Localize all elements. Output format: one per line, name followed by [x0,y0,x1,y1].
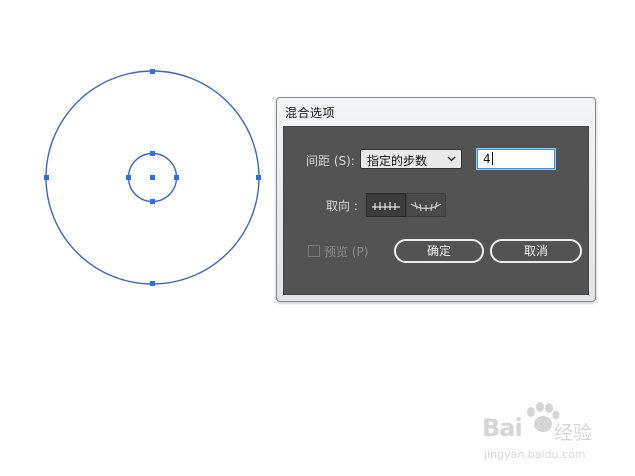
dialog-body: 间距 (S): 指定的步数 4 取向 : 预览 (P) 确定 取消 [283,126,589,295]
chevron-down-icon [447,156,456,162]
anchor-point[interactable] [150,151,155,156]
dialog-title: 混合选项 [285,106,336,120]
anchor-point[interactable] [44,175,49,180]
spacing-select-value: 指定的步数 [367,154,428,168]
blend-options-dialog: 混合选项 间距 (S): 指定的步数 4 取向 : 预览 (P) 确定 取消 [276,97,596,302]
preview-checkbox[interactable] [308,245,320,257]
steps-input-value: 4 [483,152,491,166]
anchor-point[interactable] [150,281,155,286]
steps-input[interactable]: 4 [477,149,555,169]
watermark-url: jingyan.baidu.com [484,448,586,461]
watermark-cn-text: 经验 [554,422,593,444]
watermark: Bai 经验 jingyan.baidu.com [482,402,622,466]
preview-label: 预览 (P) [324,245,369,259]
ok-button[interactable]: 确定 [394,239,484,263]
spacing-label: 间距 (S): [306,154,355,168]
cancel-button[interactable]: 取消 [490,239,582,263]
spacing-select[interactable]: 指定的步数 [360,149,462,169]
anchor-point[interactable] [256,175,261,180]
anchor-point[interactable] [150,69,155,74]
align-to-page-icon [372,202,400,210]
anchor-point[interactable] [150,199,155,204]
center-point[interactable] [150,175,155,180]
watermark-logo-text: Bai [482,414,523,442]
anchor-point[interactable] [174,175,179,180]
align-to-path-icon [410,201,442,212]
text-cursor-icon [491,152,493,165]
orientation-label: 取向 : [326,199,358,213]
align-to-page-button[interactable] [366,193,406,217]
align-to-path-button[interactable] [406,193,446,217]
anchor-point[interactable] [126,175,131,180]
